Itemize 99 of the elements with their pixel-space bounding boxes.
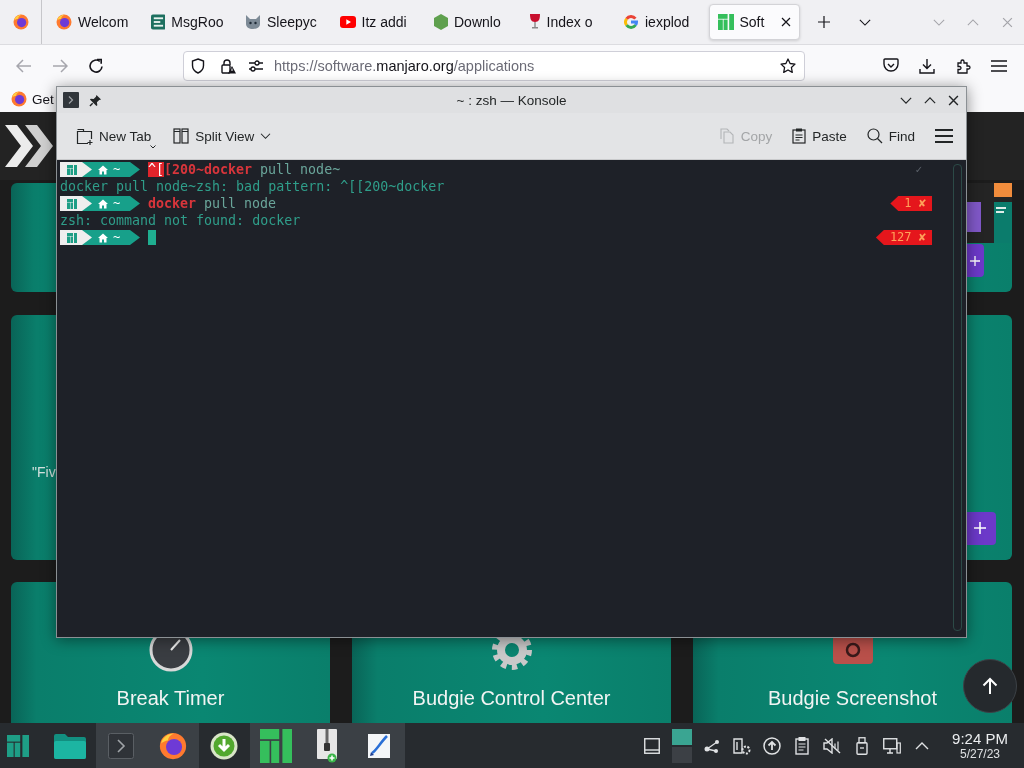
shield-icon[interactable] bbox=[191, 57, 205, 74]
blocks-logo-icon[interactable] bbox=[7, 734, 29, 757]
gear-icon bbox=[489, 638, 534, 672]
chevron-down-icon bbox=[260, 133, 272, 139]
hexagon-icon bbox=[434, 14, 448, 30]
browser-icon bbox=[56, 14, 72, 30]
output-text: zsh: command not found: docker bbox=[60, 212, 301, 229]
split-view-icon bbox=[173, 128, 190, 144]
pin-icon[interactable] bbox=[89, 93, 102, 107]
video-play-icon bbox=[339, 16, 356, 28]
new-tab-icon bbox=[76, 127, 93, 145]
blocks-logo-icon bbox=[717, 14, 734, 30]
browser-tab[interactable]: Welcom bbox=[47, 4, 138, 40]
exit-code-badge: 1 ✘ bbox=[890, 196, 932, 211]
dropdown-caret-icon bbox=[150, 145, 157, 149]
blocks-logo-icon bbox=[259, 728, 292, 763]
prompt-path-text: ~ bbox=[113, 230, 121, 245]
arrow-up-icon bbox=[982, 677, 998, 695]
app-title[interactable]: Break Timer bbox=[116, 686, 225, 710]
cat-icon bbox=[245, 14, 261, 30]
caret-up-icon[interactable] bbox=[915, 741, 929, 750]
close-icon[interactable] bbox=[948, 94, 959, 106]
plus-icon[interactable] bbox=[818, 16, 830, 28]
terminal-icon bbox=[108, 732, 135, 759]
new-tab-button[interactable]: New Tab bbox=[70, 121, 158, 151]
folder-icon bbox=[53, 732, 86, 759]
address-bar[interactable]: https://software.manjaro.org/applications bbox=[183, 50, 805, 81]
chat-square-icon bbox=[150, 14, 166, 30]
prompt-path-text: ~ bbox=[113, 196, 121, 211]
clipboard-icon[interactable] bbox=[795, 736, 809, 755]
download-circle-icon bbox=[210, 731, 239, 760]
pager-icon[interactable] bbox=[672, 728, 692, 763]
browser-tab[interactable]: Sleepyc bbox=[236, 4, 327, 40]
copy-icon bbox=[718, 128, 735, 144]
split-view-button[interactable]: Split View bbox=[167, 121, 278, 151]
blocks-logo-icon bbox=[67, 198, 77, 209]
lock-warning-icon[interactable] bbox=[220, 57, 236, 74]
browser-tab[interactable]: Itz addi bbox=[330, 4, 422, 40]
menu-icon[interactable] bbox=[991, 59, 1007, 72]
browser-tab[interactable]: Downlo bbox=[425, 4, 516, 40]
blocks-logo-icon bbox=[67, 164, 77, 175]
terminal-area[interactable]: ~ ^[[200~docker pull node~ ✓ docker pull node~zsh: bad pattern: ^[[200~docker ~ docker pull node 1 ✘ zsh: command not found: docker ~ 127 ✘ bbox=[57, 160, 966, 637]
minimize-icon[interactable] bbox=[900, 96, 912, 104]
double-chevron-icon[interactable] bbox=[5, 125, 53, 167]
upload-circle-icon[interactable] bbox=[763, 736, 781, 755]
menu-icon[interactable] bbox=[935, 129, 953, 143]
home-icon bbox=[98, 232, 108, 243]
camera-icon bbox=[832, 638, 873, 664]
browser-tab[interactable]: MsgRoo bbox=[141, 4, 233, 40]
terminal-icon[interactable] bbox=[63, 92, 79, 108]
clock-time: 9:24 PM bbox=[952, 730, 1008, 747]
search-icon bbox=[866, 128, 883, 144]
prompt-path-text: ~ bbox=[113, 162, 121, 177]
package-settings-icon[interactable] bbox=[733, 736, 751, 755]
home-icon bbox=[98, 164, 108, 175]
monitor-icon[interactable] bbox=[883, 737, 901, 754]
download-icon[interactable] bbox=[919, 57, 935, 74]
sliders-icon[interactable] bbox=[248, 59, 264, 72]
maximize-icon[interactable] bbox=[924, 96, 936, 104]
show-desktop-icon[interactable] bbox=[644, 737, 660, 754]
home-icon bbox=[98, 198, 108, 209]
browser-tab[interactable]: iexplod bbox=[614, 4, 705, 40]
browser-icon bbox=[158, 731, 187, 760]
paste-button[interactable]: Paste bbox=[786, 121, 853, 151]
multicolor-g-icon bbox=[623, 14, 639, 30]
reload-icon[interactable] bbox=[88, 57, 104, 74]
clipboard-icon bbox=[792, 128, 807, 144]
scrollbar[interactable] bbox=[953, 164, 962, 631]
chevron-badge-icon[interactable] bbox=[883, 58, 899, 73]
app-title[interactable]: Budgie Control Center bbox=[412, 686, 611, 710]
plus-icon bbox=[973, 522, 986, 534]
find-button[interactable]: Find bbox=[860, 121, 921, 151]
status-check: ✓ bbox=[915, 162, 922, 178]
command-text: ^[[200~docker pull node~ bbox=[148, 161, 341, 178]
clock-date: 5/27/23 bbox=[959, 747, 1000, 761]
plus-icon bbox=[970, 255, 980, 266]
card-text: "Fiv bbox=[32, 463, 56, 480]
star-icon[interactable] bbox=[780, 57, 796, 74]
taskbar-task[interactable] bbox=[353, 723, 405, 768]
puzzle-icon[interactable] bbox=[955, 57, 971, 74]
browser-tab[interactable]: Index o bbox=[519, 4, 611, 40]
close-icon[interactable] bbox=[780, 17, 791, 27]
url-text: https://software.manjaro.org/applications bbox=[274, 57, 535, 74]
command-text: docker pull node bbox=[148, 195, 277, 212]
browser-icon bbox=[11, 91, 27, 107]
blocks-logo-icon bbox=[67, 232, 77, 243]
chevron-down-icon[interactable] bbox=[859, 18, 871, 26]
bookmark-item[interactable]: Get bbox=[11, 91, 54, 107]
share-icon[interactable] bbox=[703, 737, 721, 754]
browser-icon[interactable] bbox=[12, 14, 29, 30]
app-title[interactable]: Budgie Screenshot bbox=[768, 686, 937, 710]
usb-drive-icon[interactable] bbox=[856, 736, 868, 755]
output-text: docker pull node~zsh: bad pattern: ^[[200~docker bbox=[60, 178, 445, 195]
speaker-muted-icon[interactable] bbox=[823, 737, 841, 754]
archive-icon bbox=[316, 728, 339, 763]
wine-glass-icon bbox=[528, 14, 541, 30]
exit-code-badge: 127 ✘ bbox=[875, 230, 932, 245]
window-title: ~ : zsh — Konsole bbox=[456, 92, 567, 108]
browser-tab[interactable]: Soft bbox=[708, 4, 800, 40]
